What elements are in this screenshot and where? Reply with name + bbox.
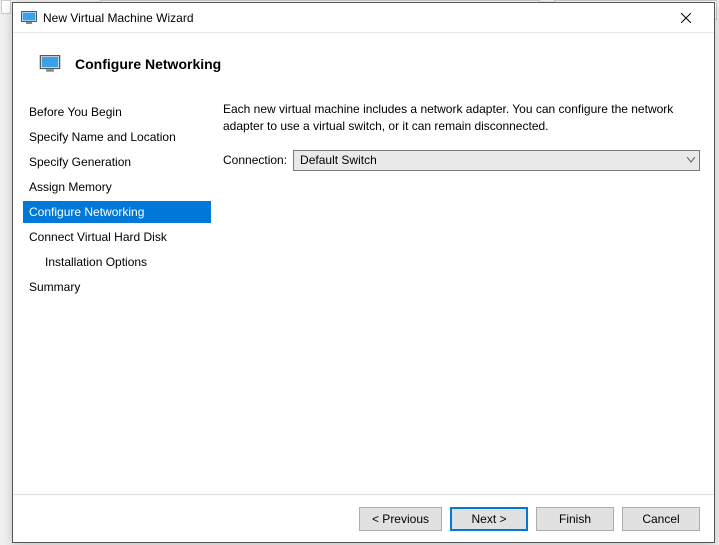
previous-button[interactable]: < Previous	[359, 507, 442, 531]
wizard-dialog: New Virtual Machine Wizard Configure Net…	[12, 2, 715, 543]
step-connect-vhd[interactable]: Connect Virtual Hard Disk	[23, 226, 211, 248]
step-specify-generation[interactable]: Specify Generation	[23, 151, 211, 173]
step-assign-memory[interactable]: Assign Memory	[23, 176, 211, 198]
connection-label: Connection:	[223, 153, 287, 167]
step-configure-networking[interactable]: Configure Networking	[23, 201, 211, 223]
chevron-down-icon	[687, 155, 695, 166]
connection-selected-value: Default Switch	[300, 153, 377, 167]
connection-dropdown[interactable]: Default Switch	[293, 150, 700, 171]
content-pane: Each new virtual machine includes a netw…	[213, 95, 704, 494]
step-before-you-begin[interactable]: Before You Begin	[23, 101, 211, 123]
close-icon	[681, 13, 691, 23]
step-installation-options[interactable]: Installation Options	[23, 251, 211, 273]
next-button[interactable]: Next >	[450, 507, 528, 531]
connection-row: Connection: Default Switch	[223, 150, 700, 171]
cancel-button[interactable]: Cancel	[622, 507, 700, 531]
step-specify-name-location[interactable]: Specify Name and Location	[23, 126, 211, 148]
titlebar: New Virtual Machine Wizard	[13, 3, 714, 33]
steps-list: Before You Begin Specify Name and Locatio…	[13, 95, 213, 494]
header-band: Configure Networking	[13, 33, 714, 95]
step-summary[interactable]: Summary	[23, 276, 211, 298]
close-button[interactable]	[666, 4, 706, 32]
page-title: Configure Networking	[75, 56, 221, 72]
window-title: New Virtual Machine Wizard	[43, 11, 666, 25]
monitor-large-icon	[39, 55, 61, 73]
finish-button[interactable]: Finish	[536, 507, 614, 531]
footer: < Previous Next > Finish Cancel	[13, 494, 714, 542]
description-text: Each new virtual machine includes a netw…	[223, 101, 700, 136]
monitor-icon	[21, 11, 37, 25]
